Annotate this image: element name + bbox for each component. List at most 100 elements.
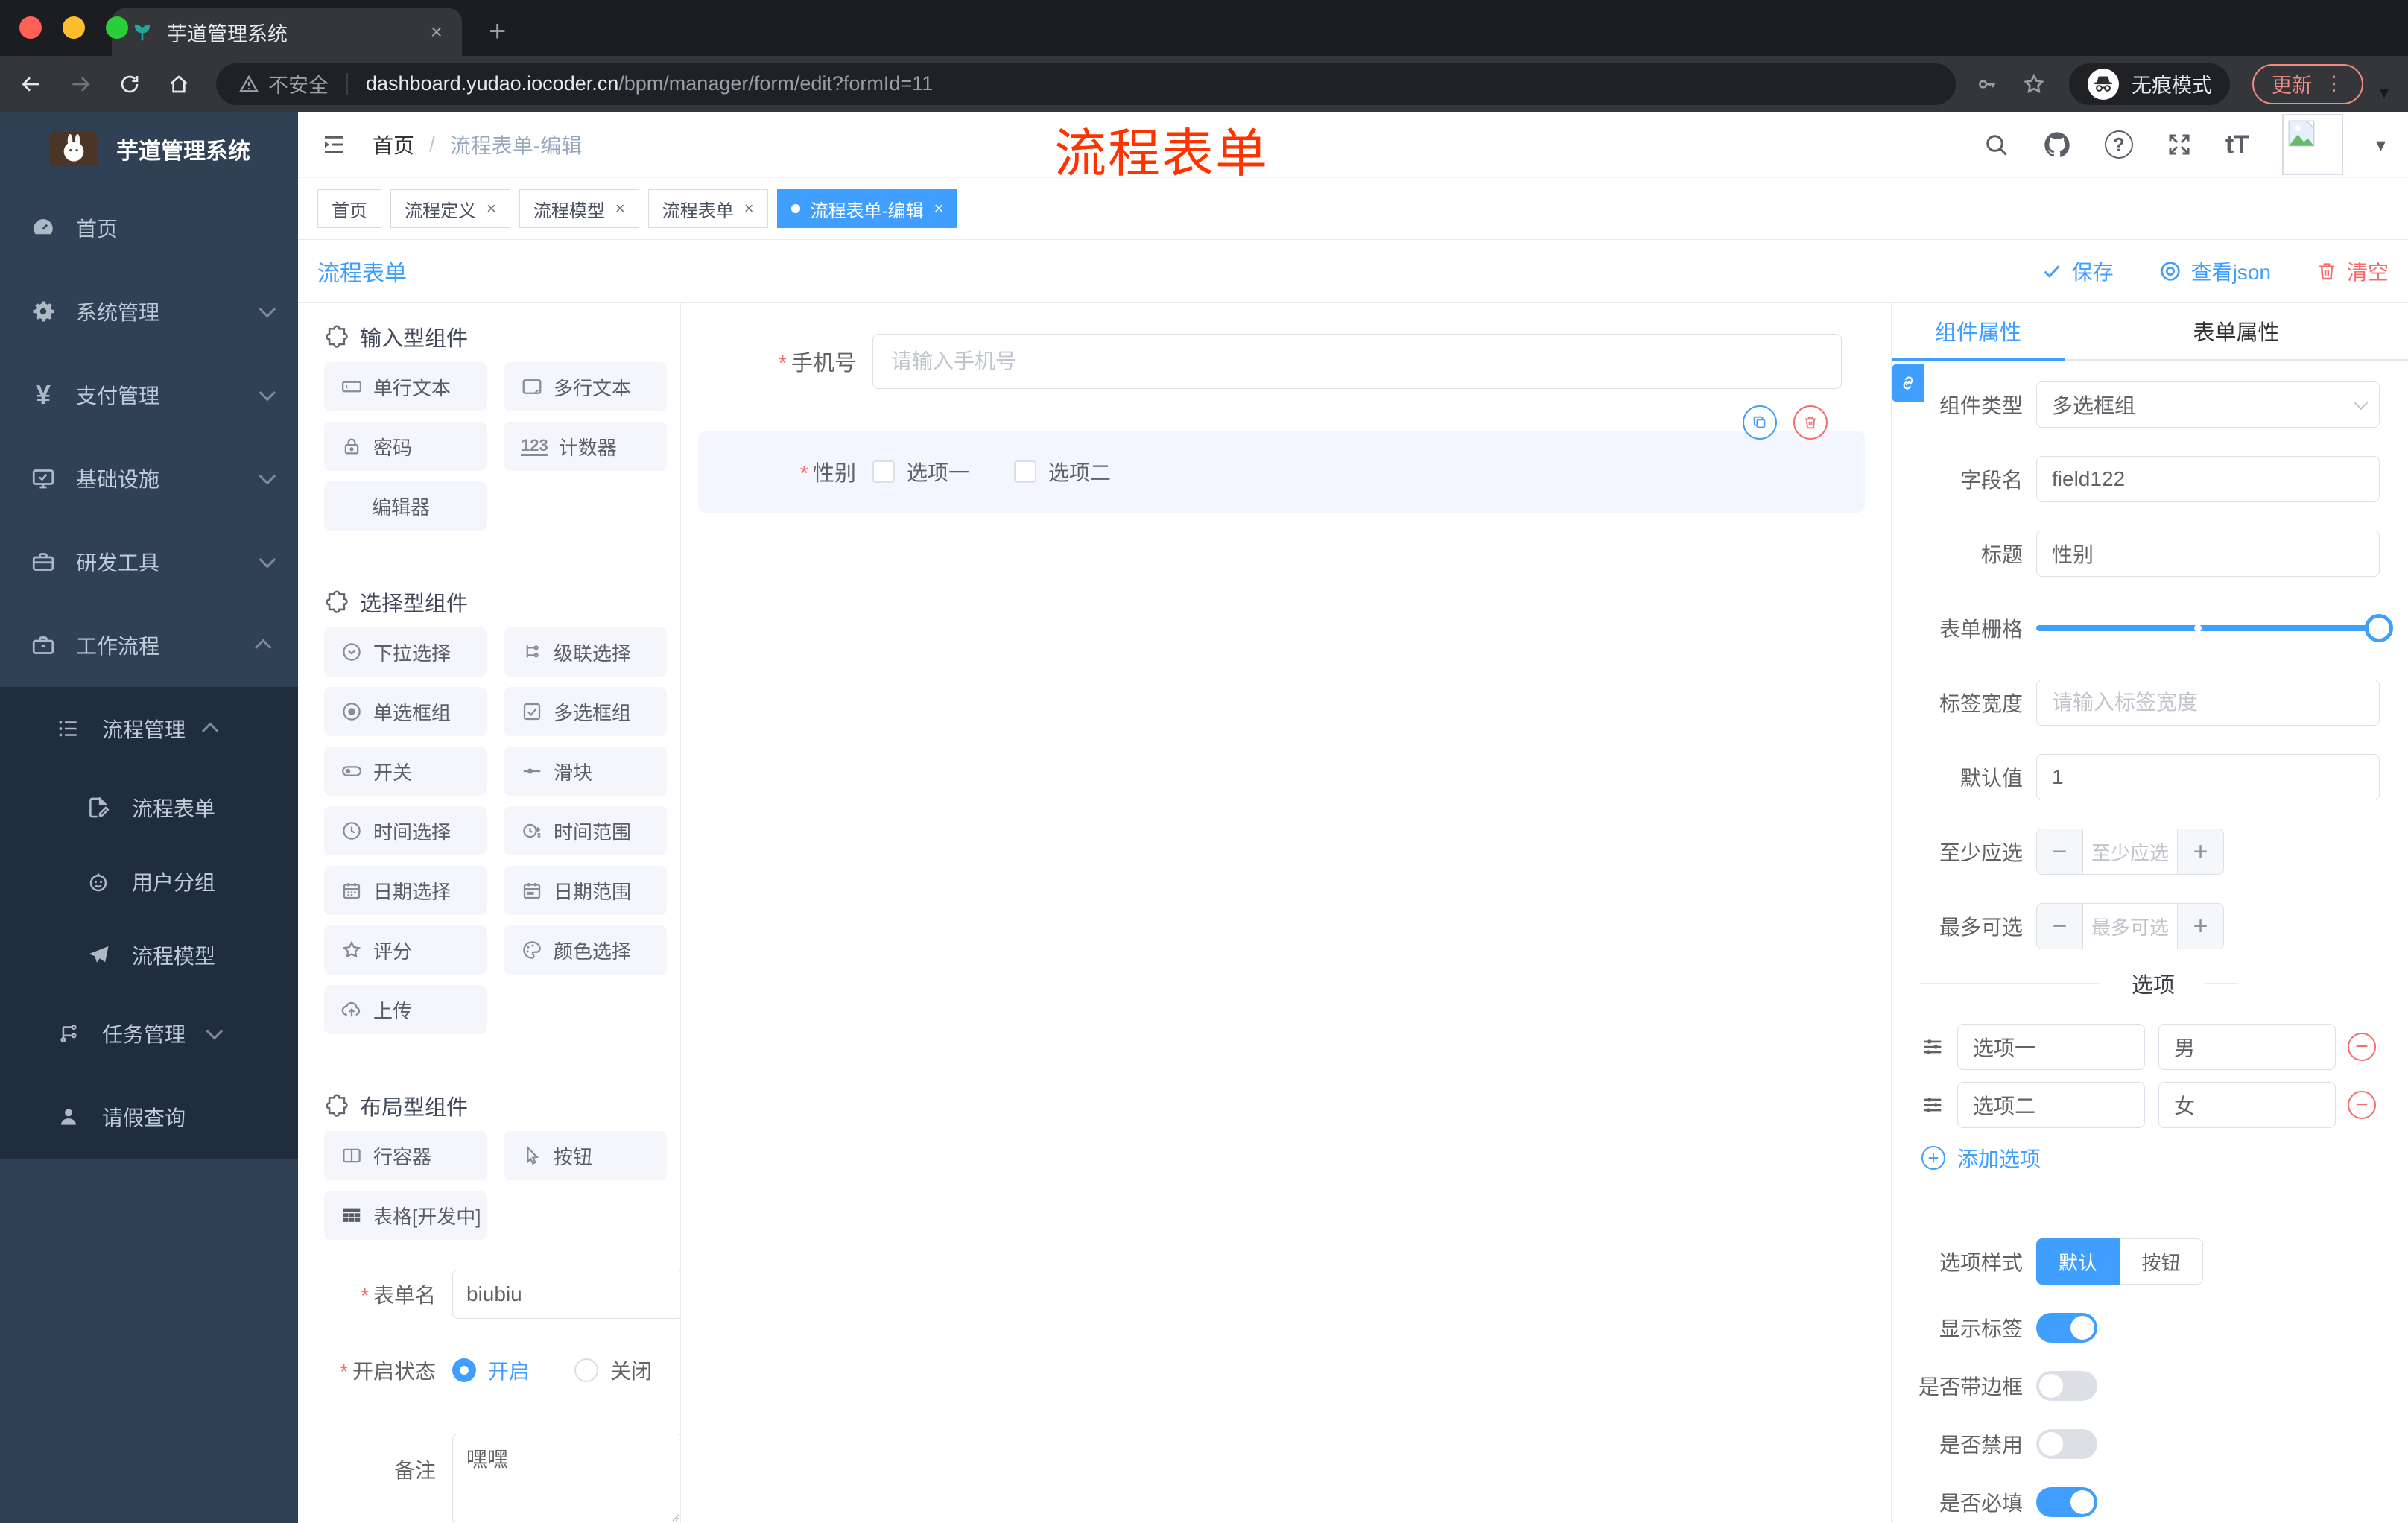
palette-item-single-text[interactable]: 单行文本 bbox=[324, 362, 487, 411]
search-icon[interactable] bbox=[1983, 131, 2009, 158]
key-icon[interactable] bbox=[1975, 72, 1999, 96]
sidebar-item-user-group[interactable]: 用户分组 bbox=[0, 844, 298, 918]
style-default-button[interactable]: 默认 bbox=[2036, 1238, 2120, 1285]
github-icon[interactable] bbox=[2042, 130, 2072, 159]
reload-icon[interactable] bbox=[118, 72, 142, 96]
disabled-toggle[interactable] bbox=[2036, 1429, 2097, 1459]
sidebar-item-home[interactable]: 首页 bbox=[0, 186, 298, 270]
label-width-input[interactable] bbox=[2036, 680, 2380, 726]
forward-icon[interactable] bbox=[69, 72, 92, 96]
radio-on-label[interactable]: 开启 bbox=[488, 1355, 530, 1385]
new-tab-button[interactable]: + bbox=[489, 15, 506, 48]
palette-item-date-range[interactable]: 日期范围 bbox=[504, 866, 667, 915]
security-label[interactable]: 不安全 bbox=[268, 69, 329, 98]
palette-item-slider[interactable]: 滑块 bbox=[504, 747, 667, 796]
palette-item-upload[interactable]: 上传 bbox=[324, 985, 487, 1034]
stepper-increase-button[interactable]: + bbox=[2177, 904, 2223, 949]
palette-item-multi-text[interactable]: 多行文本 bbox=[504, 362, 667, 411]
browser-tab[interactable]: 芋道管理系统 × bbox=[112, 8, 462, 56]
tag-process-form-edit[interactable]: 流程表单-编辑 × bbox=[776, 189, 958, 228]
remove-option-button[interactable]: − bbox=[2348, 1091, 2376, 1119]
view-json-button[interactable]: 查看json bbox=[2158, 256, 2271, 286]
stepper-increase-button[interactable]: + bbox=[2177, 829, 2223, 874]
palette-item-password[interactable]: 密码 bbox=[324, 422, 487, 471]
stepper-value-placeholder[interactable]: 至少应选 bbox=[2083, 829, 2177, 874]
tag-close-icon[interactable]: × bbox=[487, 199, 496, 218]
maximize-window-button[interactable] bbox=[106, 16, 128, 39]
fullscreen-icon[interactable] bbox=[2166, 131, 2193, 158]
sidebar-item-devtools[interactable]: 研发工具 bbox=[0, 520, 298, 604]
palette-item-rate[interactable]: 评分 bbox=[324, 925, 487, 975]
sidebar-item-process-model[interactable]: 流程模型 bbox=[0, 918, 298, 992]
back-icon[interactable] bbox=[19, 72, 43, 96]
avatar[interactable] bbox=[2281, 114, 2343, 175]
border-toggle[interactable] bbox=[2036, 1371, 2097, 1401]
save-button[interactable]: 保存 bbox=[2041, 256, 2114, 286]
option-1-value-input[interactable] bbox=[2158, 1024, 2336, 1070]
copy-component-button[interactable] bbox=[1743, 405, 1777, 440]
default-value-input[interactable] bbox=[2036, 754, 2380, 800]
checkbox-option-1[interactable] bbox=[872, 460, 895, 483]
remark-textarea[interactable]: 嘿嘿 bbox=[452, 1434, 680, 1523]
palette-item-counter[interactable]: 123 计数器 bbox=[504, 422, 667, 471]
tag-process-model[interactable]: 流程模型 × bbox=[519, 189, 639, 228]
palette-item-editor[interactable]: 编辑器 bbox=[324, 481, 487, 531]
help-icon[interactable]: ? bbox=[2104, 130, 2133, 159]
delete-component-button[interactable] bbox=[1793, 405, 1828, 440]
tab-form-props[interactable]: 表单属性 bbox=[2065, 303, 2408, 359]
title-input[interactable] bbox=[2036, 531, 2380, 577]
radio-off[interactable] bbox=[574, 1358, 599, 1382]
sidebar-item-process-form[interactable]: 流程表单 bbox=[0, 770, 298, 844]
radio-off-label[interactable]: 关闭 bbox=[610, 1355, 652, 1385]
hamburger-icon[interactable] bbox=[320, 131, 347, 158]
home-icon[interactable] bbox=[167, 72, 191, 96]
palette-item-button[interactable]: 按钮 bbox=[504, 1131, 667, 1180]
link-anchor-tab[interactable] bbox=[1892, 364, 1924, 402]
checkbox-option-2-label[interactable]: 选项二 bbox=[1048, 457, 1111, 487]
option-2-value-input[interactable] bbox=[2158, 1082, 2336, 1128]
palette-item-time-range[interactable]: 时间范围 bbox=[504, 806, 667, 855]
form-name-input[interactable] bbox=[452, 1270, 680, 1319]
palette-item-time-picker[interactable]: 时间选择 bbox=[324, 806, 487, 855]
window-controls[interactable] bbox=[19, 16, 128, 39]
tag-process-form[interactable]: 流程表单 × bbox=[647, 189, 768, 228]
palette-item-radio-group[interactable]: 单选框组 bbox=[324, 687, 487, 736]
minimize-window-button[interactable] bbox=[63, 16, 85, 39]
palette-item-select[interactable]: 下拉选择 bbox=[324, 627, 487, 677]
sidebar-item-system[interactable]: 系统管理 bbox=[0, 270, 298, 353]
tag-home[interactable]: 首页 bbox=[317, 189, 381, 228]
palette-item-row-container[interactable]: 行容器 bbox=[324, 1131, 487, 1180]
required-toggle[interactable] bbox=[2036, 1487, 2097, 1517]
component-type-select[interactable]: 多选框组 bbox=[2036, 381, 2380, 428]
security-warning-icon[interactable] bbox=[238, 74, 259, 95]
browser-edge-caret-icon[interactable]: ▾ bbox=[2380, 82, 2389, 105]
add-option-button[interactable]: + 添加选项 bbox=[1921, 1142, 2380, 1174]
style-button-button[interactable]: 按钮 bbox=[2120, 1238, 2203, 1285]
remove-option-button[interactable]: − bbox=[2348, 1033, 2376, 1061]
canvas-phone-field[interactable]: * 手机号 bbox=[722, 334, 1842, 389]
slider-track[interactable] bbox=[2036, 614, 2393, 642]
palette-item-checkbox-group[interactable]: 多选框组 bbox=[504, 687, 667, 736]
palette-item-date-picker[interactable]: 日期选择 bbox=[324, 866, 487, 915]
font-size-icon[interactable]: tT bbox=[2225, 130, 2249, 159]
sidebar-item-workflow[interactable]: 工作流程 bbox=[0, 604, 298, 687]
option-1-label-input[interactable] bbox=[1957, 1024, 2145, 1070]
show-label-toggle[interactable] bbox=[2036, 1313, 2097, 1343]
update-label[interactable]: 更新 bbox=[2272, 69, 2312, 98]
sidebar-item-payment[interactable]: ¥ 支付管理 bbox=[0, 353, 298, 437]
browser-menu-icon[interactable]: ⋮ bbox=[2324, 72, 2344, 95]
drag-handle-icon[interactable] bbox=[1920, 1034, 1945, 1060]
phone-input[interactable] bbox=[872, 334, 1842, 389]
stepper-decrease-button[interactable]: − bbox=[2037, 829, 2083, 874]
tag-close-icon[interactable]: × bbox=[744, 199, 754, 218]
form-grid-slider[interactable] bbox=[2036, 605, 2393, 651]
field-name-input[interactable] bbox=[2036, 456, 2380, 502]
checkbox-option-1-label[interactable]: 选项一 bbox=[907, 457, 969, 487]
resize-handle-icon[interactable] bbox=[668, 1510, 680, 1522]
close-window-button[interactable] bbox=[19, 16, 42, 39]
palette-item-switch[interactable]: 开关 bbox=[324, 747, 487, 796]
address-bar[interactable]: 不安全 dashboard.yudao.iocoder.cn/bpm/manag… bbox=[216, 63, 1956, 105]
stepper-decrease-button[interactable]: − bbox=[2037, 904, 2083, 949]
drag-handle-icon[interactable] bbox=[1920, 1092, 1945, 1118]
form-canvas[interactable]: * 手机号 请输入手机号 * 性别 选项一 选项二 bbox=[681, 303, 1891, 1523]
